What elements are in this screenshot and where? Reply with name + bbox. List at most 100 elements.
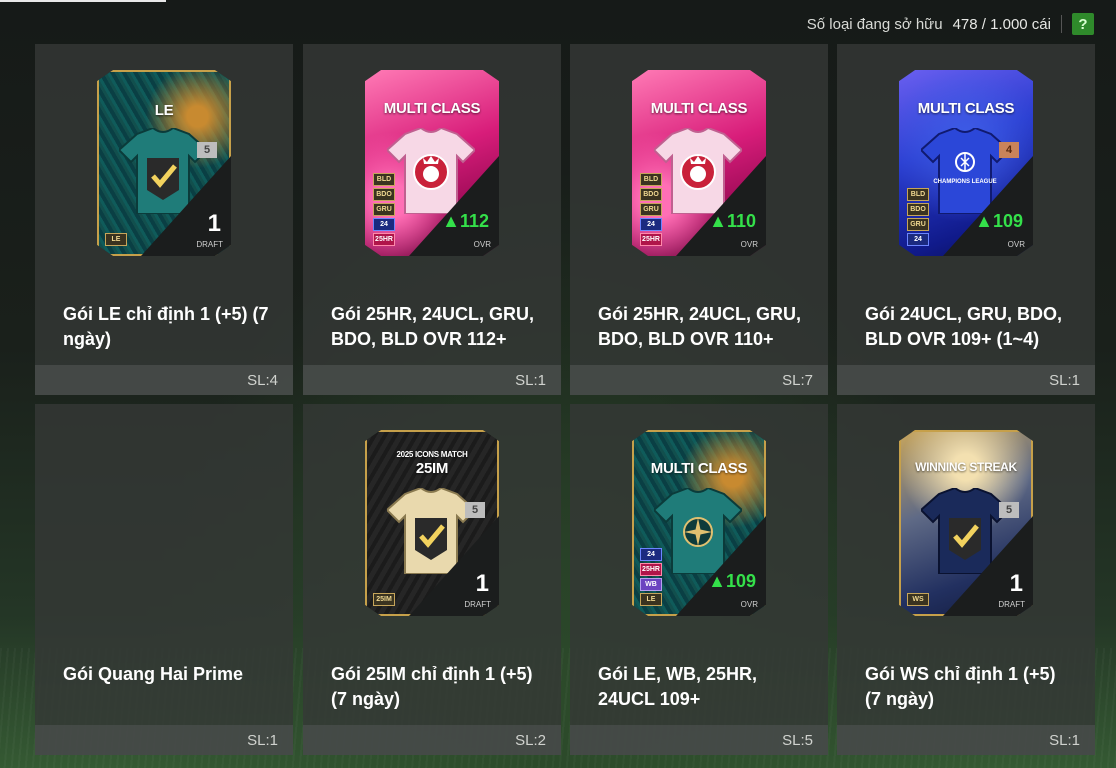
owned-count: 478 / 1.000 cái (952, 15, 1051, 33)
class-tags: 25IM (373, 593, 395, 606)
class-tags: BLD BDO GRU 24 25HR (640, 173, 662, 246)
pack-quantity: SL:1 (303, 365, 561, 395)
card-sub-label: OVR (1007, 240, 1025, 249)
class-tag: 25HR (640, 233, 662, 246)
card-count: 1 (207, 210, 221, 237)
pack-card-multi-class: MULTI CLASS CHAMPIONS LEAGUE 4 ▲109 OVR … (899, 70, 1033, 256)
card-sub-label: OVR (740, 600, 758, 609)
class-tag: BDO (373, 188, 395, 201)
pack-quantity: SL:2 (303, 725, 561, 755)
pack-name: Gói LE chỉ định 1 (+5) (7 ngày) (63, 304, 269, 349)
pack-tile[interactable]: MULTI CLASS CHAMPIONS LEAGUE 4 ▲109 OVR … (837, 44, 1095, 395)
owned-label: Số loại đang sở hữu (806, 15, 943, 33)
class-tags: BLD BDO GRU 24 25HR (373, 173, 395, 246)
class-tags: BLD BDO GRU 24 (907, 188, 929, 246)
qty-text: SL:1 (1049, 731, 1080, 749)
class-tags: LE (105, 233, 127, 246)
card-class-label: MULTI CLASS (917, 100, 1015, 117)
pack-tile[interactable]: MULTI CLASS ▲110 OVR BLD BDO GRU 24 25HR… (570, 44, 828, 395)
card-count: 1 (1009, 570, 1023, 597)
class-tag: WB (640, 578, 662, 591)
card-ovr: ▲109 (975, 211, 1023, 231)
card-ovr: ▲110 (709, 211, 756, 231)
pack-tile[interactable]: LE 5 1 DRAFT LE Gói LE chỉ định 1 (+5) (… (35, 44, 293, 395)
level-badge: 5 (999, 502, 1019, 518)
pack-tile[interactable]: WINNING STREAK 5 1 DRAFT WS Gói WS chỉ đ… (837, 404, 1095, 755)
class-tag: 24 (373, 218, 395, 231)
qty-text: SL:4 (247, 371, 278, 389)
card-event-label: 2025 ICONS MATCH (396, 450, 468, 459)
pack-tile[interactable]: MULTI CLASS ▲109 OVR 24 25HR WB LE Gói L… (570, 404, 828, 755)
pack-name: Gói LE, WB, 25HR, 24UCL 109+ (598, 664, 758, 709)
active-tab-indicator (0, 0, 166, 2)
class-tag: WS (907, 593, 929, 606)
divider (1061, 15, 1062, 33)
qty-text: SL:1 (247, 731, 278, 749)
pack-name: Gói Quang Hai Prime (63, 664, 244, 684)
class-tags: WS (907, 593, 929, 606)
pack-card-le: LE 5 1 DRAFT LE (97, 70, 231, 256)
card-sub-label: DRAFT (196, 240, 223, 249)
pack-quantity: SL:1 (837, 365, 1095, 395)
pack-tile[interactable]: Gói Quang Hai Prime SL:1 (35, 404, 293, 755)
card-class-label: MULTI CLASS (650, 460, 748, 477)
qty-text: SL:1 (515, 371, 546, 389)
qty-text: SL:2 (515, 731, 546, 749)
class-tag: GRU (907, 218, 929, 231)
card-class-label: LE (154, 102, 174, 119)
card-sub-label: OVR (473, 240, 491, 249)
class-tag: BDO (907, 203, 929, 216)
class-tag: BDO (640, 188, 662, 201)
card-class-label: WINNING STREAK (915, 460, 1017, 474)
card-class-label: 25IM (415, 460, 449, 477)
class-tag: 24 (640, 548, 662, 561)
class-tag: 24 (640, 218, 662, 231)
pack-name: Gói 25IM chỉ định 1 (+5) (7 ngày) (331, 664, 533, 709)
class-tags: 24 25HR WB LE (640, 548, 662, 606)
card-count: 1 (475, 570, 489, 597)
class-tag: LE (640, 593, 662, 606)
inventory-header: Số loại đang sở hữu 478 / 1.000 cái ? (807, 12, 1094, 36)
pack-quantity: SL:1 (35, 725, 293, 755)
shirt-text: CHAMPIONS LEAGUE (933, 179, 996, 185)
card-sub-label: DRAFT (998, 600, 1025, 609)
pack-quantity: SL:4 (35, 365, 293, 395)
class-tag: 25HR (640, 563, 662, 576)
level-badge: 5 (197, 142, 217, 158)
pack-card-ws: WINNING STREAK 5 1 DRAFT WS (899, 430, 1033, 616)
card-ovr: ▲112 (442, 211, 489, 231)
class-tag: BLD (373, 173, 395, 186)
card-class-label: MULTI CLASS (383, 100, 481, 117)
pack-tile[interactable]: MULTI CLASS ▲112 OVR BLD BDO GRU 24 25HR… (303, 44, 561, 395)
class-tag: BLD (640, 173, 662, 186)
qty-text: SL:7 (782, 371, 813, 389)
pack-name: Gói 25HR, 24UCL, GRU, BDO, BLD OVR 112+ (331, 304, 535, 349)
class-tag: GRU (640, 203, 662, 216)
qty-text: SL:1 (1049, 371, 1080, 389)
class-tag: 25IM (373, 593, 395, 606)
card-sub-label: DRAFT (464, 600, 491, 609)
pack-card-25im: 2025 ICONS MATCH 25IM 5 1 DRAFT 25IM (365, 430, 499, 616)
pack-quantity: SL:5 (570, 725, 828, 755)
qty-text: SL:5 (782, 731, 813, 749)
pack-tile[interactable]: 2025 ICONS MATCH 25IM 5 1 DRAFT 25IM Gói… (303, 404, 561, 755)
pack-name: Gói 24UCL, GRU, BDO, BLD OVR 109+ (1~4) (865, 304, 1063, 349)
pack-card-multi-class: MULTI CLASS ▲112 OVR BLD BDO GRU 24 25HR (365, 70, 499, 256)
card-ovr: ▲109 (708, 571, 756, 591)
class-tag: 24 (907, 233, 929, 246)
level-badge: 4 (999, 142, 1019, 158)
level-badge: 5 (465, 502, 485, 518)
help-button[interactable]: ? (1072, 13, 1094, 35)
class-tag: 25HR (373, 233, 395, 246)
pack-quantity: SL:1 (837, 725, 1095, 755)
pack-quantity: SL:7 (570, 365, 828, 395)
class-tag: BLD (907, 188, 929, 201)
card-class-label: MULTI CLASS (650, 100, 748, 117)
pack-card-multi-class: MULTI CLASS ▲109 OVR 24 25HR WB LE (632, 430, 766, 616)
pack-name: Gói WS chỉ định 1 (+5) (7 ngày) (865, 664, 1056, 709)
class-tag: GRU (373, 203, 395, 216)
pack-card-multi-class: MULTI CLASS ▲110 OVR BLD BDO GRU 24 25HR (632, 70, 766, 256)
class-tag: LE (105, 233, 127, 246)
card-sub-label: OVR (740, 240, 758, 249)
pack-name: Gói 25HR, 24UCL, GRU, BDO, BLD OVR 110+ (598, 304, 802, 349)
